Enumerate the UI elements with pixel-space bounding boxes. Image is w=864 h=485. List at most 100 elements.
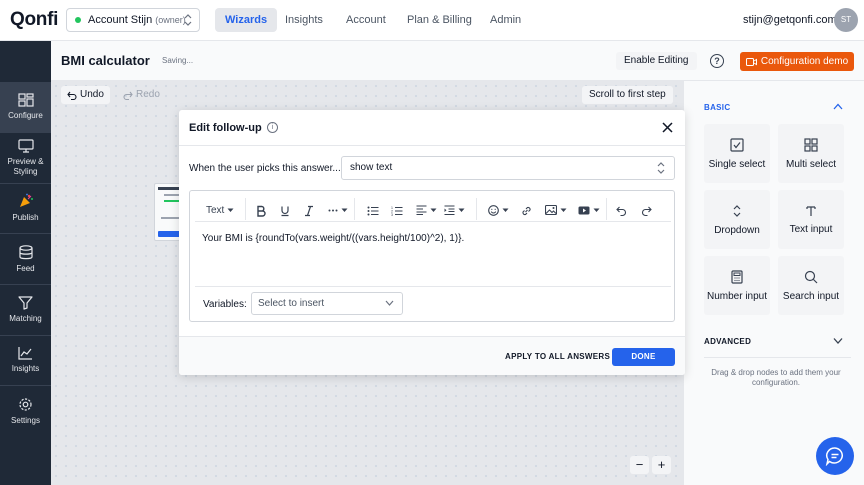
zoom-in-button[interactable]: +: [652, 456, 671, 474]
text-icon: [806, 205, 816, 216]
more-formatting-dropdown[interactable]: [328, 203, 348, 217]
tile-text-input[interactable]: Text input: [778, 190, 844, 249]
redo-button[interactable]: Redo: [117, 86, 166, 104]
video-icon: [578, 206, 590, 214]
tile-number-input[interactable]: Number input: [704, 256, 770, 315]
sidebar-item-matching[interactable]: Matching: [0, 285, 51, 335]
search-icon: [804, 270, 818, 283]
sidebar-item-feed[interactable]: Feed: [0, 234, 51, 284]
basic-section-heading[interactable]: BASIC: [704, 103, 730, 112]
caret-down-icon: [458, 208, 465, 212]
configuration-demo-button[interactable]: Configuration demo: [740, 52, 854, 71]
avatar[interactable]: ST: [834, 8, 858, 32]
tile-label: Multi select: [785, 158, 836, 170]
chevron-down-icon[interactable]: [833, 337, 843, 344]
variables-select[interactable]: Select to insert: [251, 292, 403, 315]
redo-label: Redo: [136, 89, 160, 100]
app-logo[interactable]: Qonfi: [10, 9, 58, 31]
redo-icon[interactable]: [641, 204, 652, 218]
sidebar-item-configure[interactable]: Configure: [0, 82, 51, 132]
caret-down-icon: [502, 208, 509, 212]
tile-multi-select[interactable]: Multi select: [778, 124, 844, 183]
underline-icon[interactable]: [280, 204, 290, 218]
scroll-to-first-step-button[interactable]: Scroll to first step: [582, 86, 673, 104]
tab-account[interactable]: Account: [336, 8, 396, 32]
caret-down-icon: [593, 208, 600, 212]
chat-icon: [825, 447, 843, 466]
help-icon[interactable]: ?: [710, 54, 724, 68]
divider: [476, 198, 477, 220]
tile-search-input[interactable]: Search input: [778, 256, 844, 315]
divider: [354, 198, 355, 220]
bullet-list-icon[interactable]: [367, 204, 379, 218]
tab-admin[interactable]: Admin: [480, 8, 531, 32]
top-navbar: Qonfi Account Stijn (owner) Wizards Insi…: [0, 0, 864, 41]
checkbox-icon: [730, 137, 744, 152]
caret-down-icon: [430, 208, 437, 212]
calculator-icon: [731, 269, 743, 284]
chat-button[interactable]: [816, 437, 854, 475]
tile-single-select[interactable]: Single select: [704, 124, 770, 183]
divider: [606, 198, 607, 220]
align-left-icon: [416, 205, 427, 215]
numbered-list-icon[interactable]: 123: [391, 204, 403, 218]
account-switcher[interactable]: Account Stijn (owner): [66, 8, 200, 32]
save-status: Saving...: [162, 56, 194, 65]
account-name: Account Stijn: [88, 14, 153, 26]
node-line: [164, 200, 180, 202]
undo-icon[interactable]: [616, 204, 627, 218]
action-select[interactable]: show text: [341, 156, 675, 180]
link-icon[interactable]: [521, 204, 532, 218]
undo-label: Undo: [80, 89, 104, 100]
tile-dropdown[interactable]: Dropdown: [704, 190, 770, 249]
text-style-dropdown[interactable]: Text: [206, 203, 234, 217]
video-dropdown[interactable]: [578, 203, 600, 217]
sidebar-item-insights[interactable]: Insights: [0, 335, 51, 385]
caret-down-icon: [341, 208, 348, 212]
indent-dropdown[interactable]: [444, 203, 465, 217]
sidebar-item-publish[interactable]: Publish: [0, 183, 51, 233]
zoom-out-button[interactable]: −: [630, 456, 649, 474]
chevron-up-icon[interactable]: [833, 103, 843, 110]
undo-button[interactable]: Undo: [61, 86, 110, 104]
updown-chevron-icon: [184, 14, 192, 26]
chart-icon: [18, 347, 32, 360]
user-email[interactable]: stijn@getqonfi.com: [743, 14, 837, 26]
sidebar-item-settings[interactable]: Settings: [0, 386, 51, 436]
image-dropdown[interactable]: [545, 203, 567, 217]
tab-insights[interactable]: Insights: [275, 8, 333, 32]
advanced-section-heading[interactable]: ADVANCED: [704, 337, 751, 346]
tile-label: Single select: [708, 158, 766, 170]
align-dropdown[interactable]: [416, 203, 437, 217]
emoji-icon: [488, 204, 499, 216]
grid-icon: [804, 137, 818, 152]
close-icon[interactable]: [661, 121, 674, 134]
emoji-dropdown[interactable]: [488, 203, 509, 217]
tile-label: Text input: [789, 223, 833, 235]
rich-text-editor: Text 123 Your BMI is {roundTo(vars.weigh…: [189, 190, 675, 322]
tab-wizards[interactable]: Wizards: [215, 8, 278, 32]
enable-editing-button[interactable]: Enable Editing: [616, 52, 697, 70]
caret-down-icon: [227, 208, 234, 212]
palette-hint: Drag & drop nodes to add them your confi…: [711, 368, 841, 387]
bold-icon[interactable]: [256, 204, 266, 218]
tab-plan-billing[interactable]: Plan & Billing: [397, 8, 482, 32]
node-palette-panel: BASIC Single select Multi select Dropdow…: [683, 81, 864, 485]
sidebar-item-label: Configure: [8, 111, 43, 120]
sidebar-item-preview-styling[interactable]: Preview & Styling: [0, 133, 51, 183]
demo-label: Configuration demo: [760, 56, 849, 67]
svg-text:3: 3: [391, 213, 393, 217]
sidebar-item-label: Insights: [11, 364, 40, 373]
text-style-label: Text: [206, 204, 225, 216]
monitor-icon: [17, 139, 34, 153]
editor-content[interactable]: Your BMI is {roundTo(vars.weight/((vars.…: [202, 233, 464, 244]
undo-icon: [67, 91, 77, 100]
divider: [245, 198, 246, 220]
node-line: [161, 217, 181, 219]
info-icon[interactable]: i: [267, 122, 278, 133]
indent-icon: [444, 205, 455, 215]
done-button[interactable]: DONE: [612, 348, 675, 366]
image-icon: [545, 205, 557, 215]
italic-icon[interactable]: [304, 204, 314, 218]
apply-to-all-answers-button[interactable]: APPLY TO ALL ANSWERS: [505, 352, 610, 361]
